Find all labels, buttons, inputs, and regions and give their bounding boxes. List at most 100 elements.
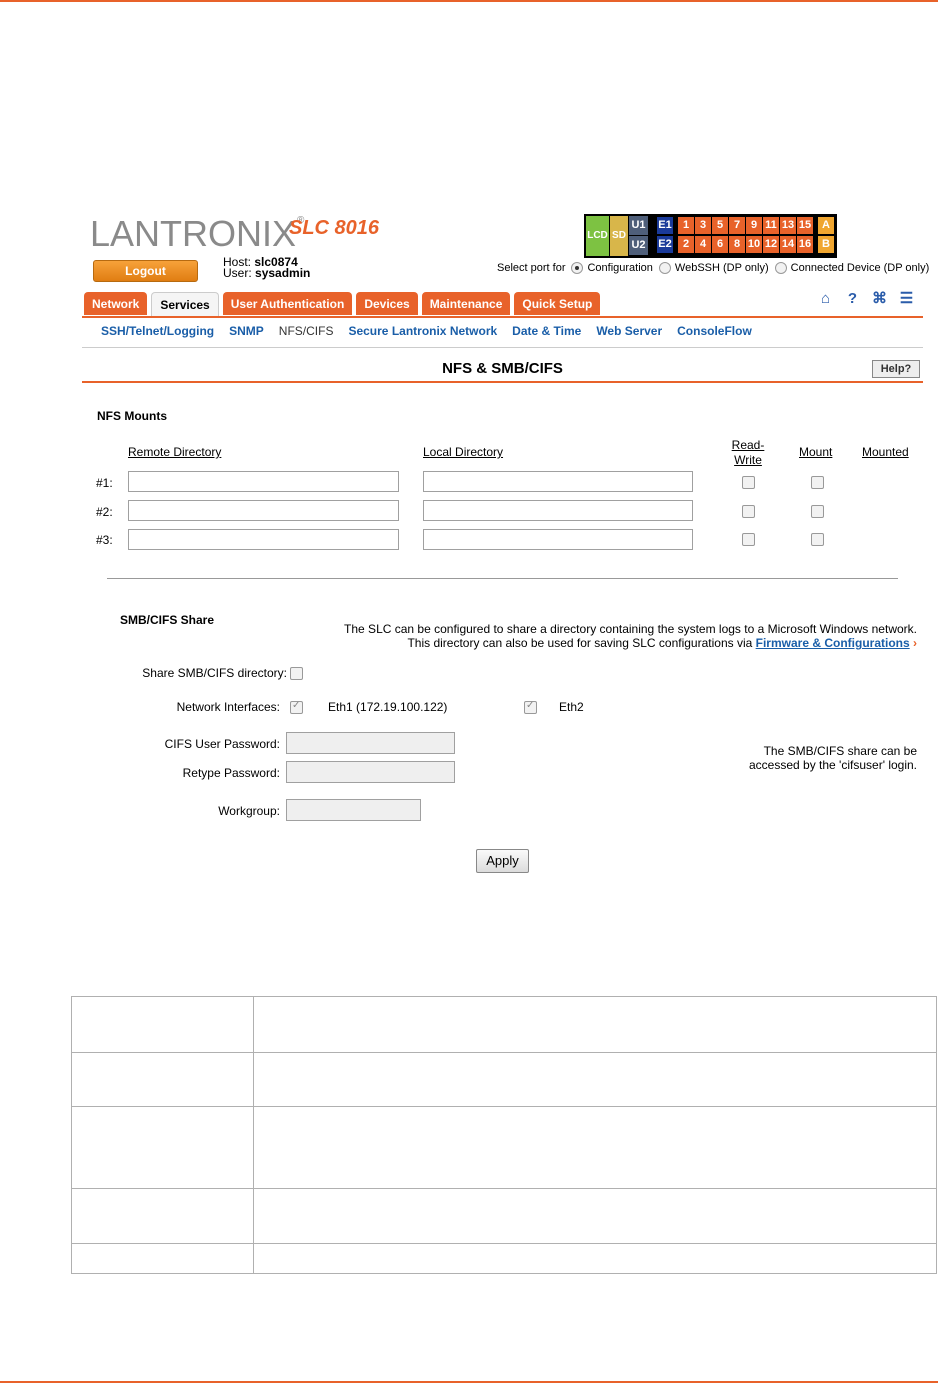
screenshot-panel: LANTRONIX ® SLC 8016 Logout Host: slc087… [82,208,929,880]
cifsuser-note-line2: accessed by the 'cifsuser' login. [749,758,917,772]
subnav-secure-lantronix-network[interactable]: Secure Lantronix Network [348,324,497,338]
title-rule [82,381,923,383]
sd-indicator[interactable]: SD [610,216,628,256]
mount-checkbox-2[interactable] [811,505,824,518]
main-tabs: Network Services User Authentication Dev… [84,292,604,316]
port-a[interactable]: A [818,217,834,234]
share-smb-label: Share SMB/CIFS directory: [142,666,287,680]
port-2[interactable]: 2 [678,236,694,253]
logo-text: LANTRONIX [90,213,297,254]
tab-quick-setup[interactable]: Quick Setup [514,292,601,315]
port-b[interactable]: B [818,236,834,253]
cifs-password-input[interactable] [286,732,455,754]
port-9[interactable]: 9 [746,217,762,234]
sitemap-icon[interactable]: ⌘ [871,290,888,307]
subnav-ssh-telnet-logging[interactable]: SSH/Telnet/Logging [101,324,214,338]
port-14[interactable]: 14 [780,236,796,253]
option-configuration-label: Configuration [587,262,653,274]
table-cell [253,1243,937,1274]
port-15[interactable]: 15 [797,217,813,234]
tab-maintenance[interactable]: Maintenance [421,292,511,315]
firmware-configurations-link[interactable]: Firmware & Configurations [756,636,910,650]
nfs-row-label-1: #1: [96,476,113,490]
table-cell [253,1052,937,1107]
section-divider [107,578,898,579]
local-directory-input-2[interactable] [423,500,693,521]
col-mounted: Mounted [862,445,909,459]
logout-button[interactable]: Logout [93,260,198,282]
port-3[interactable]: 3 [695,217,711,234]
apply-button[interactable]: Apply [476,849,529,873]
share-smb-checkbox[interactable] [290,667,303,680]
eth2-checkbox[interactable] [524,700,537,714]
home-icon[interactable]: ⌂ [817,290,834,307]
u1-indicator[interactable]: U1 [629,216,648,235]
header-icons: ⌂ ? ⌘ ☰ [817,290,915,307]
port-6[interactable]: 6 [712,236,728,253]
tab-bar-rule [82,316,923,318]
subnav-web-server[interactable]: Web Server [596,324,662,338]
port-16[interactable]: 16 [797,236,813,253]
port-12[interactable]: 12 [763,236,779,253]
subnav-rule [82,347,923,348]
e2-indicator[interactable]: E2 [657,236,673,253]
smb-cifs-share-title: SMB/CIFS Share [120,613,215,627]
table-cell [253,1188,937,1244]
subnav-nfs-cifs[interactable]: NFS/CIFS [279,324,334,338]
top-rule [0,0,938,2]
workgroup-input[interactable] [286,799,421,821]
notes-icon[interactable]: ☰ [898,290,915,307]
retype-password-label: Retype Password: [182,766,280,780]
chevron-right-icon: › [909,636,917,650]
mount-checkbox-1[interactable] [811,476,824,489]
user-value: sysadmin [255,266,311,280]
eth2-label: Eth2 [559,700,584,714]
port-13[interactable]: 13 [780,217,796,234]
cifsuser-note-line1: The SMB/CIFS share can be [763,744,917,758]
smb-description-line2-text: This directory can also be used for savi… [407,636,756,650]
local-directory-input-1[interactable] [423,471,693,492]
retype-password-input[interactable] [286,761,455,783]
radio-connected-device[interactable] [774,262,787,274]
tab-network[interactable]: Network [84,292,148,315]
port-7[interactable]: 7 [729,217,745,234]
col-read-write: Read-Write [731,438,765,467]
radio-configuration[interactable] [571,262,584,274]
remote-directory-input-3[interactable] [128,529,399,550]
mount-checkbox-3[interactable] [811,533,824,546]
lcd-indicator[interactable]: LCD [586,216,609,256]
model-name: SLC 8016 [289,217,380,239]
port-4[interactable]: 4 [695,236,711,253]
port-8[interactable]: 8 [729,236,745,253]
subnav-snmp[interactable]: SNMP [229,324,264,338]
subnav-date-time[interactable]: Date & Time [512,324,581,338]
e1-indicator[interactable]: E1 [657,217,673,234]
remote-directory-input-2[interactable] [128,500,399,521]
port-10[interactable]: 10 [746,236,762,253]
read-write-checkbox-1[interactable] [742,476,755,489]
table-cell [253,1106,937,1189]
read-write-checkbox-3[interactable] [742,533,755,546]
tab-user-authentication[interactable]: User Authentication [222,292,353,315]
u2-indicator[interactable]: U2 [629,236,648,255]
help-icon[interactable]: ? [844,290,861,307]
subnav-consoleflow[interactable]: ConsoleFlow [677,324,752,338]
host-user-info: Host: slc0874 User: sysadmin [223,256,311,280]
tab-devices[interactable]: Devices [356,292,418,315]
lantronix-logo: LANTRONIX ® [90,214,304,254]
port-11[interactable]: 11 [763,217,779,234]
radio-webssh[interactable] [658,262,671,274]
eth1-checkbox[interactable] [290,700,303,714]
local-directory-input-3[interactable] [423,529,693,550]
read-write-checkbox-2[interactable] [742,505,755,518]
col-remote-directory: Remote Directory [128,445,222,459]
help-button[interactable]: Help? [872,360,920,378]
tab-services[interactable]: Services [151,292,219,316]
port-5[interactable]: 5 [712,217,728,234]
table-row [71,1052,937,1107]
option-connected-device-label: Connected Device (DP only) [790,262,930,274]
port-1[interactable]: 1 [678,217,694,234]
cifsuser-note: The SMB/CIFS share can be accessed by th… [749,744,917,772]
remote-directory-input-1[interactable] [128,471,399,492]
table-row [71,1188,937,1244]
